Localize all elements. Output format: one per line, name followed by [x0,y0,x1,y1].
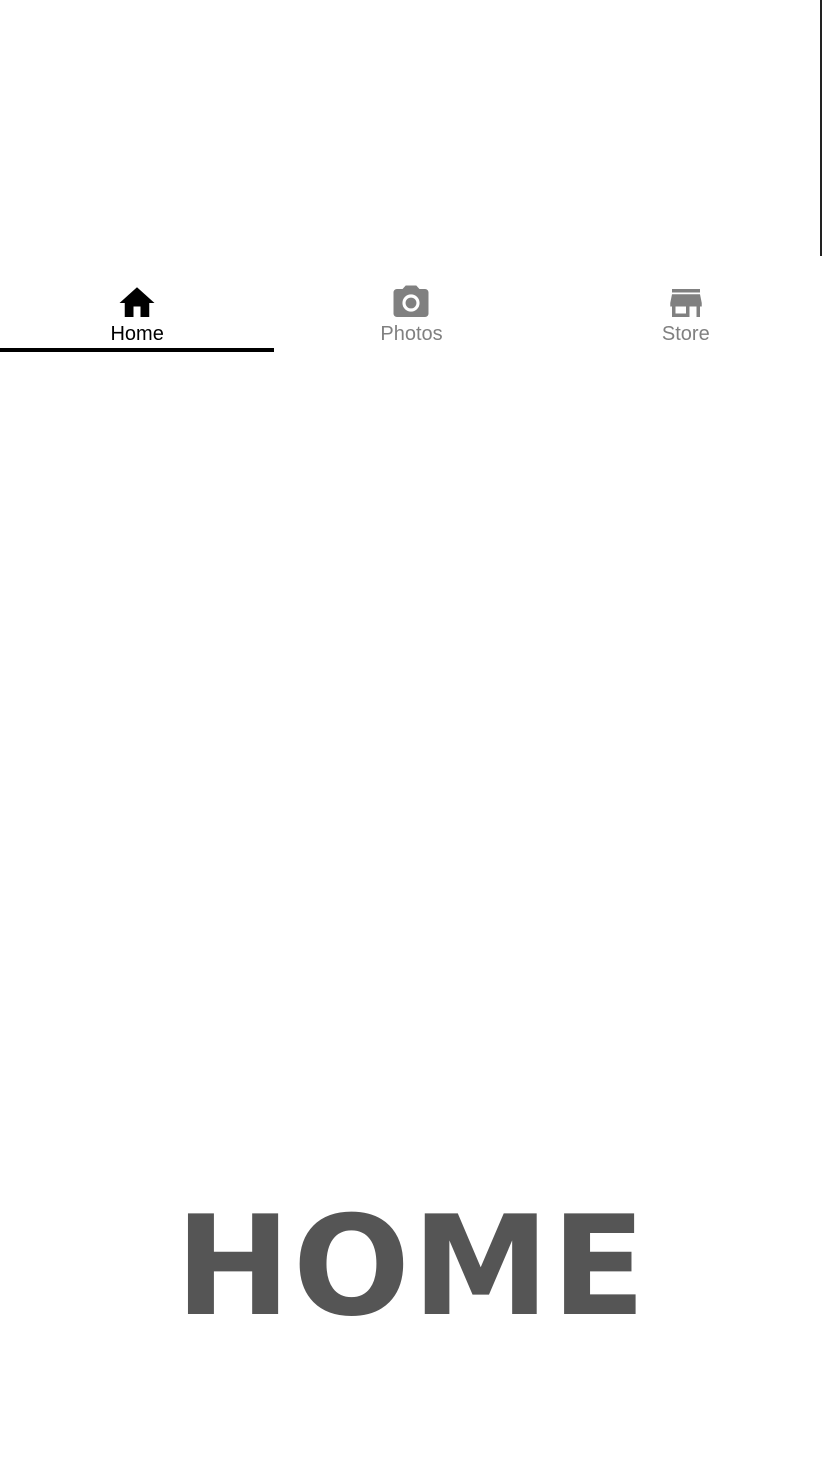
tab-photos[interactable]: Photos [274,280,548,354]
tab-label: Home [110,323,164,345]
scroll-indicator [820,0,822,256]
store-icon [665,282,707,324]
tab-store[interactable]: Store [549,280,823,354]
tab-home[interactable]: Home [0,280,275,354]
active-tab-indicator [0,348,275,352]
home-icon [116,282,158,324]
camera-icon [390,282,432,324]
tab-label: Photos [380,323,443,345]
page-heading: HOME [175,1186,648,1348]
tab-bar: Home Photos Store [0,280,823,354]
tab-label: Store [661,323,710,345]
tab-content: HOME [0,354,823,1463]
